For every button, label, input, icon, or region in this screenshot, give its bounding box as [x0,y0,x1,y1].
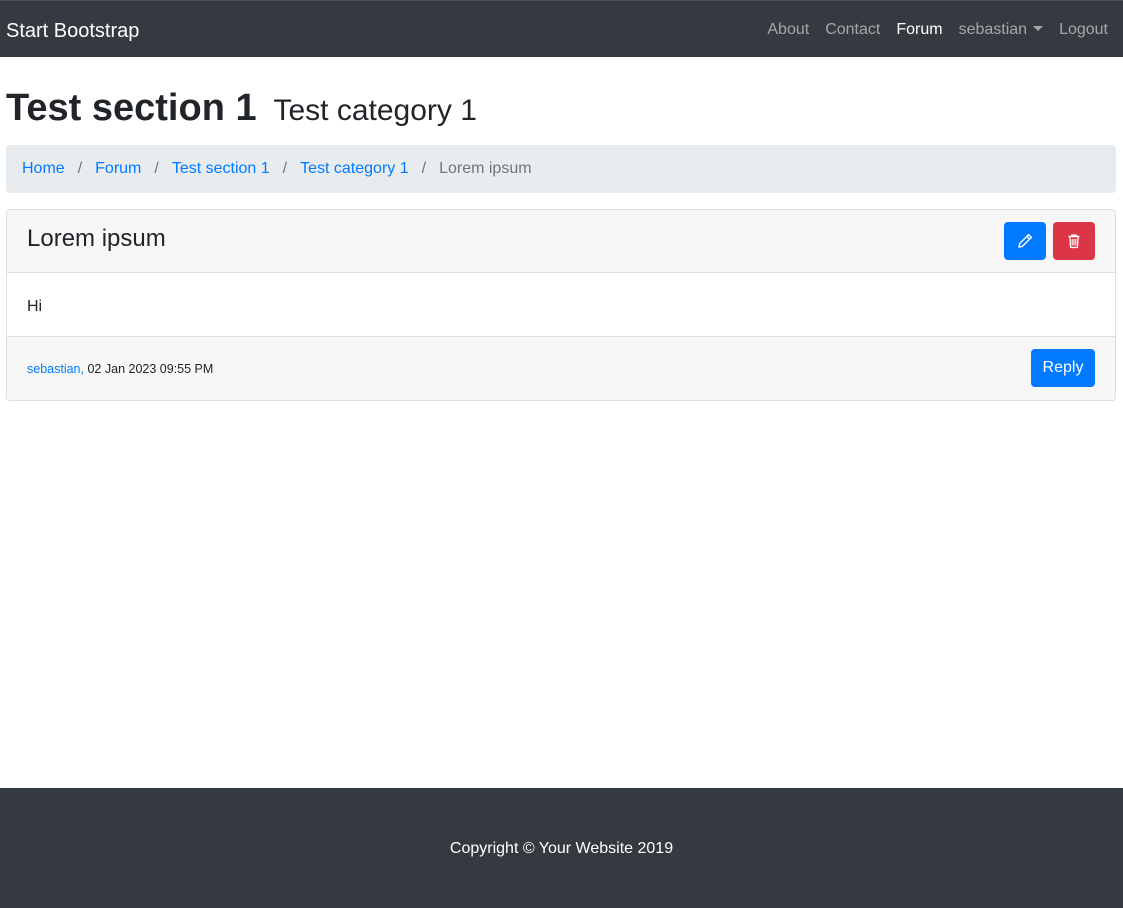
page-footer: Copyright © Your Website 2019 [0,788,1123,908]
post-title: Lorem ipsum [27,225,166,252]
post-header: Lorem ipsum [7,210,1115,273]
delete-post-button[interactable] [1053,222,1095,260]
trash-icon [1068,234,1080,249]
caret-down-icon [1033,26,1044,31]
author-suffix: , [80,362,84,376]
post-footer: sebastian, 02 Jan 2023 09:55 PM Reply [7,337,1115,400]
post-card: Lorem ipsum Hi sebastian, 02 Jan 2023 09… [6,209,1116,401]
nav-forum[interactable]: Forum [896,19,942,41]
breadcrumb: Home / Forum / Test section 1 / Test cat… [6,145,1116,193]
nav-about[interactable]: About [767,19,809,41]
copyright-text: Copyright © Your Website 2019 [449,840,674,857]
post-date: 02 Jan 2023 09:55 PM [87,362,214,376]
breadcrumb-forum[interactable]: Forum [95,160,141,178]
category-subtitle: Test category 1 [273,94,477,127]
post-body: Hi [7,273,1115,337]
nav-user-label: sebastian [958,21,1028,38]
post-content: Hi [27,298,43,315]
nav-links: About Contact Forum sebastian Logout [751,19,1108,41]
author-name: sebastian [27,362,81,376]
breadcrumb-separator: / [154,160,159,177]
breadcrumb-category[interactable]: Test category 1 [300,160,409,178]
breadcrumb-separator: / [282,160,288,177]
reply-button[interactable]: Reply [1031,349,1095,387]
post-meta: sebastian, 02 Jan 2023 09:55 PM [27,361,213,377]
nav-user-dropdown[interactable]: sebastian [959,19,1044,41]
pencil-icon [1018,233,1033,248]
breadcrumb-current: Lorem ipsum [439,160,532,177]
nav-logout[interactable]: Logout [1059,19,1108,41]
nav-contact[interactable]: Contact [825,19,880,41]
breadcrumb-home[interactable]: Home [22,160,65,178]
breadcrumb-separator: / [421,160,427,177]
section-title: Test section 1 [6,87,257,129]
breadcrumb-separator: / [77,160,83,177]
author-link[interactable]: sebastian, [27,362,84,376]
breadcrumb-section[interactable]: Test section 1 [172,160,270,178]
top-navbar: Start Bootstrap About Contact Forum seba… [0,0,1123,57]
page-title: Test section 1 Test category 1 [6,86,477,133]
brand-link[interactable]: Start Bootstrap [6,19,139,43]
edit-post-button[interactable] [1004,222,1046,260]
